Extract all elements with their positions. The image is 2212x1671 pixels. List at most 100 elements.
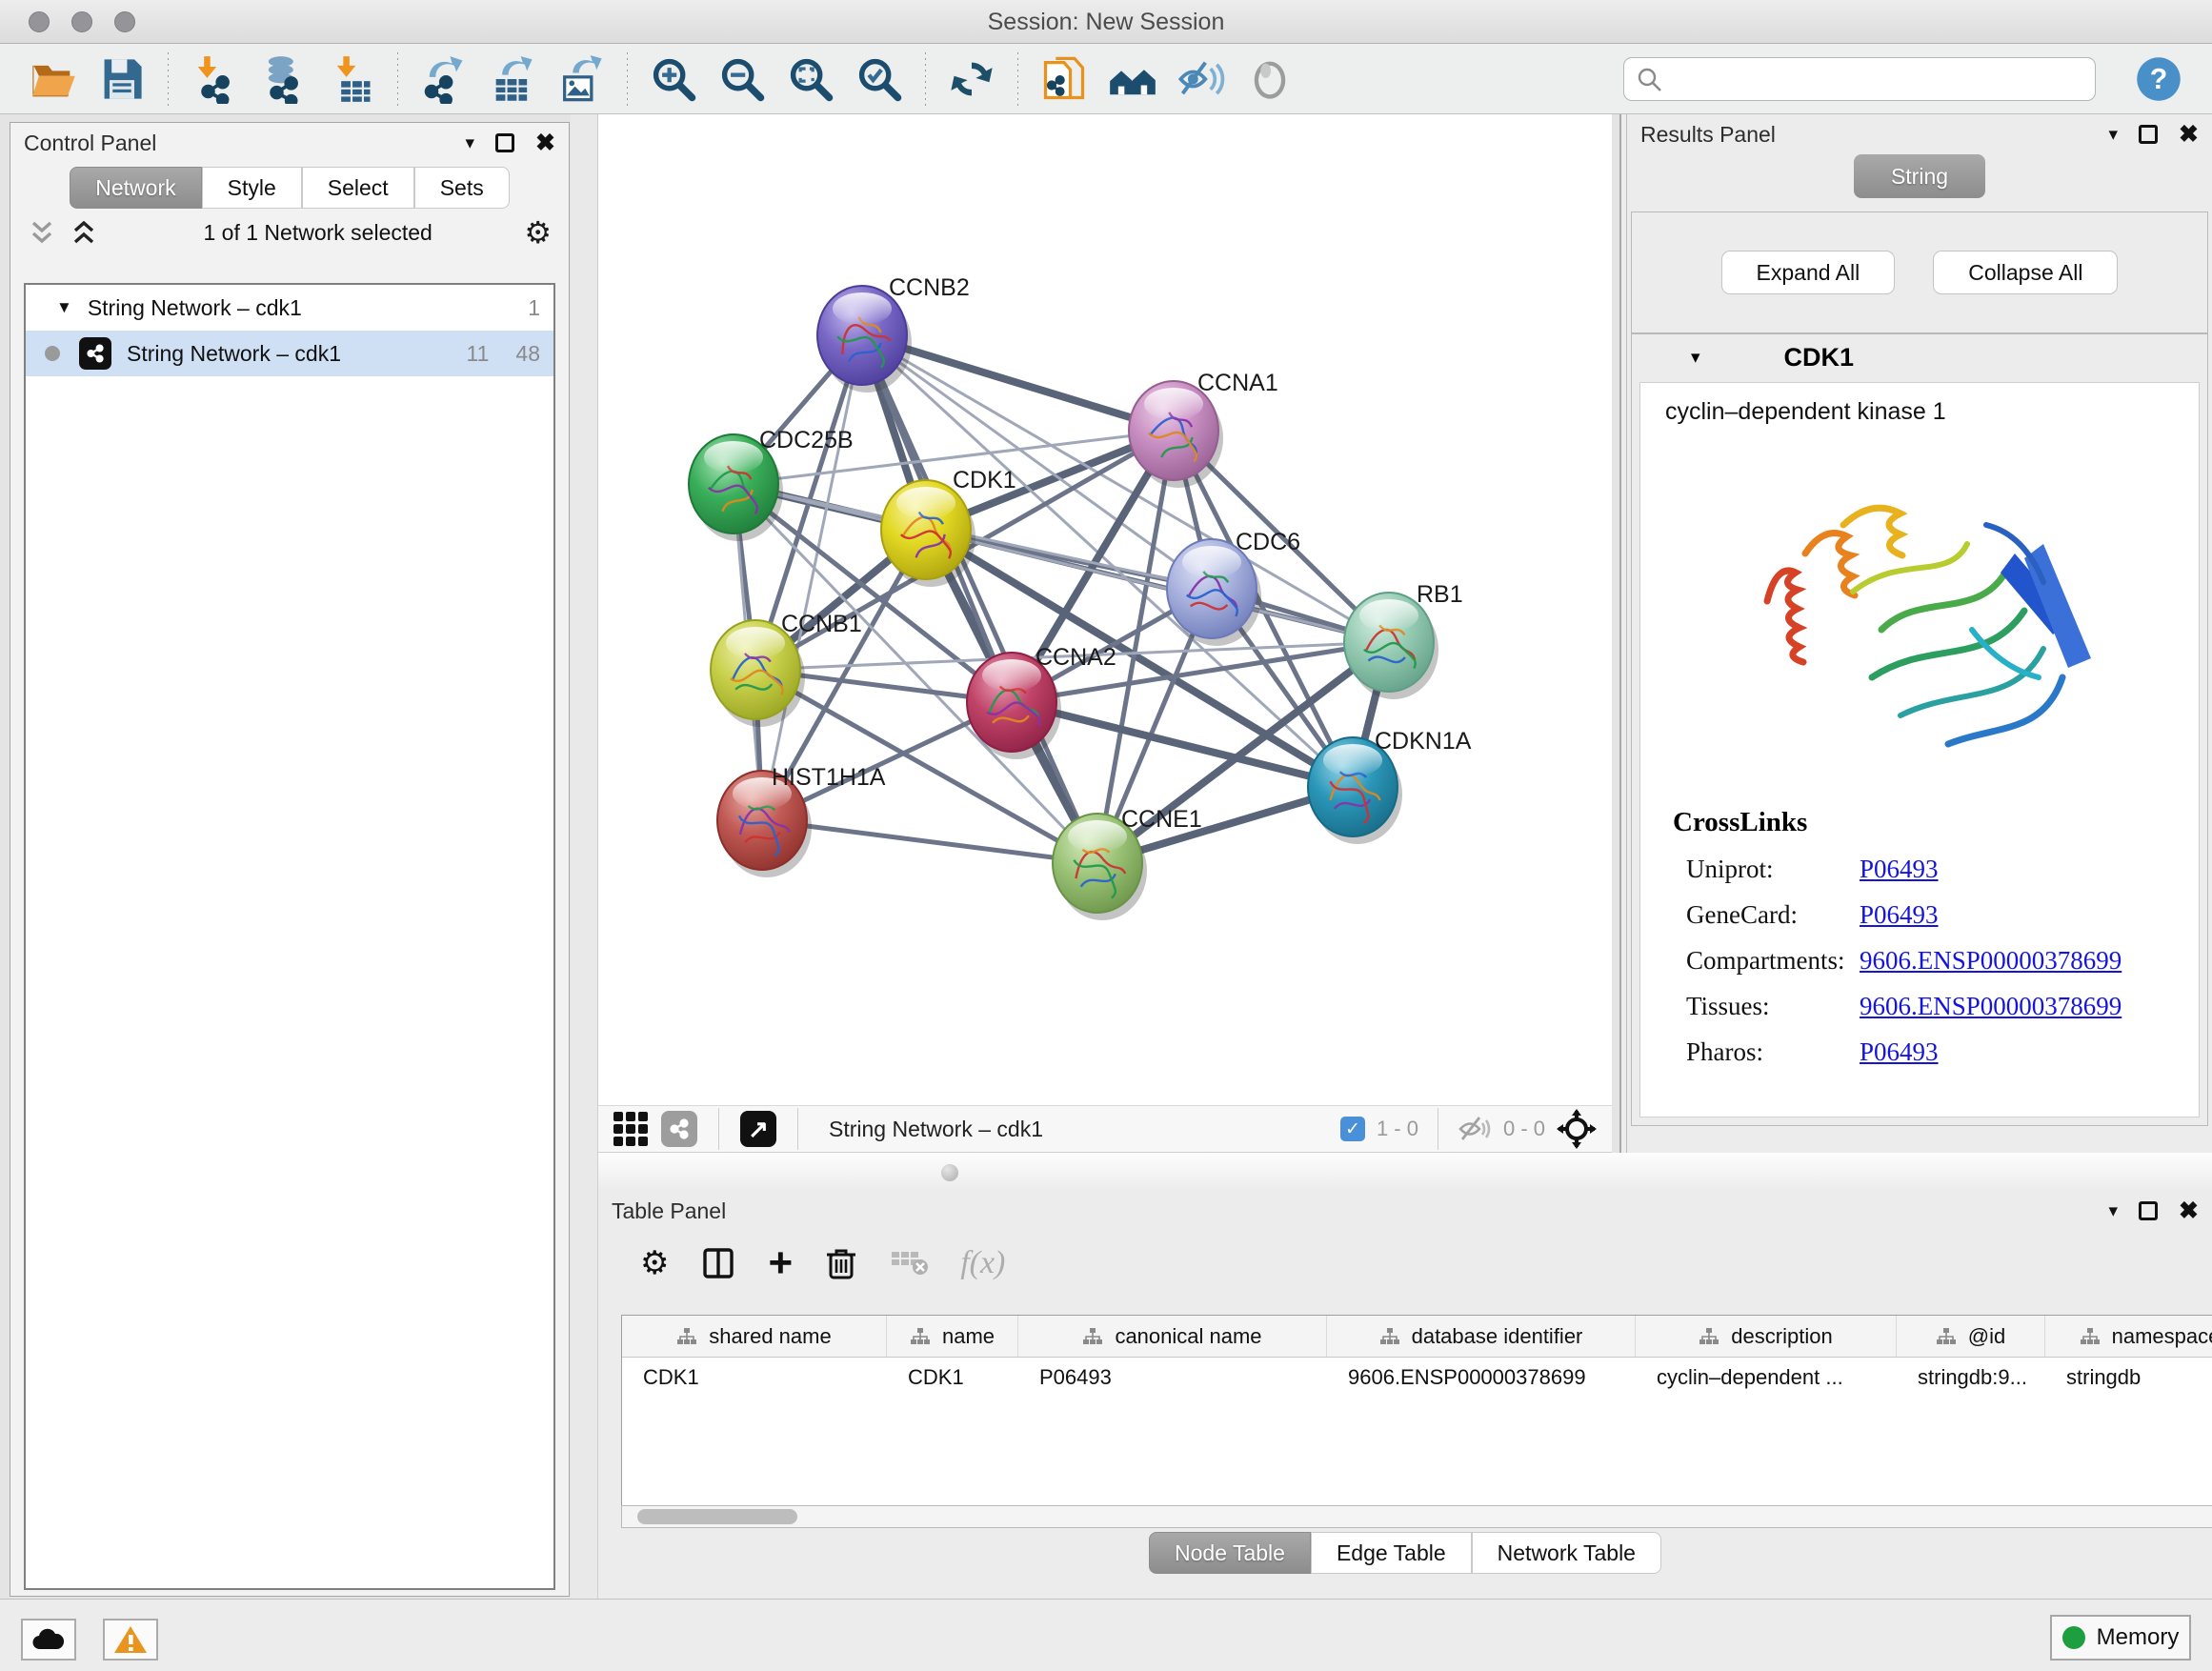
vertical-splitter-left[interactable] — [571, 114, 598, 1599]
panel-menu-icon[interactable]: ▾ — [2109, 124, 2119, 146]
selected-nodes-checkbox[interactable]: ✓ — [1340, 1117, 1365, 1141]
node-CCNA1[interactable] — [1129, 381, 1223, 488]
expand-all-chevron-icon[interactable] — [70, 217, 98, 248]
table-cell[interactable]: CDK1 — [887, 1358, 1018, 1398]
help-button[interactable]: ? — [2124, 50, 2193, 108]
table-horizontal-scrollbar[interactable] — [621, 1505, 2212, 1528]
save-session-button[interactable] — [88, 50, 156, 108]
scrollbar-thumb[interactable] — [637, 1509, 797, 1524]
toolbar-separator — [797, 1108, 798, 1150]
column-header-name[interactable]: name — [887, 1316, 1018, 1357]
table-cell[interactable]: CDK1 — [622, 1358, 887, 1398]
export-network-button[interactable] — [410, 50, 478, 108]
close-panel-icon[interactable]: ✖ — [2179, 1197, 2199, 1225]
column-header-canonicalname[interactable]: canonical name — [1018, 1316, 1327, 1357]
crosslink-link[interactable]: 9606.ENSP00000378699 — [1860, 992, 2122, 1021]
node-table[interactable]: shared namenamecanonical namedatabase id… — [621, 1315, 2212, 1528]
network-options-gear-icon[interactable]: ⚙ — [524, 217, 552, 248]
node-label-CCNA1: CCNA1 — [1197, 370, 1278, 396]
grid-view-icon[interactable] — [613, 1112, 648, 1146]
float-panel-icon[interactable] — [2139, 1201, 2158, 1220]
node-CDK1[interactable] — [881, 480, 975, 587]
search-input[interactable] — [1623, 57, 2096, 101]
network-view-canvas[interactable]: CCNB2CCNA1CDC25BCDK1CDC6RB1CCNB1CCNA2CDK… — [598, 114, 1612, 1105]
tab-network-table[interactable]: Network Table — [1472, 1532, 1661, 1574]
table-settings-gear-icon[interactable]: ⚙ — [640, 1247, 669, 1279]
panel-menu-icon[interactable]: ▾ — [466, 132, 475, 154]
float-panel-icon[interactable] — [2139, 125, 2158, 144]
crosslink-link[interactable]: P06493 — [1860, 900, 1939, 930]
birdseye-view-icon[interactable] — [1557, 1109, 1597, 1149]
delete-column-trash-icon[interactable] — [825, 1245, 857, 1281]
close-panel-icon[interactable]: ✖ — [535, 129, 555, 157]
node-label-CCNB2: CCNB2 — [889, 274, 970, 301]
network-collection-row[interactable]: ▼String Network – cdk11 — [26, 285, 553, 331]
tab-string[interactable]: String — [1854, 154, 1985, 198]
expand-all-button[interactable]: Expand All — [1721, 251, 1896, 294]
cloud-status-button[interactable] — [21, 1619, 76, 1661]
import-table-button[interactable] — [317, 50, 386, 108]
collapse-all-button[interactable]: Collapse All — [1933, 251, 2118, 294]
column-header-description[interactable]: description — [1636, 1316, 1897, 1357]
table-panel-title: Table Panel — [612, 1198, 726, 1224]
tab-node-table[interactable]: Node Table — [1149, 1532, 1311, 1574]
tab-style[interactable]: Style — [202, 167, 302, 209]
table-cell[interactable]: P06493 — [1018, 1358, 1327, 1398]
show-graphics-details-button[interactable] — [1236, 50, 1304, 108]
table-cell[interactable]: stringdb — [2045, 1358, 2212, 1398]
crosslink-link[interactable]: 9606.ENSP00000378699 — [1860, 946, 2122, 976]
tab-network[interactable]: Network — [70, 167, 201, 209]
network-row[interactable]: String Network – cdk11148 — [26, 331, 553, 376]
show-columns-icon[interactable] — [701, 1246, 735, 1280]
collapse-all-chevron-icon[interactable] — [28, 217, 56, 248]
vertical-splitter-right[interactable] — [1619, 114, 1627, 1153]
column-header-id[interactable]: @id — [1897, 1316, 2045, 1357]
open-in-window-icon[interactable]: ↗ — [740, 1111, 776, 1147]
zoom-fit-button[interactable] — [776, 50, 845, 108]
node-CCNB2[interactable] — [817, 286, 912, 393]
tab-select[interactable]: Select — [302, 167, 414, 209]
open-session-button[interactable] — [19, 50, 88, 108]
network-selector-row: 1 of 1 Network selected ⚙ — [10, 209, 569, 256]
export-table-button[interactable] — [478, 50, 547, 108]
warnings-button[interactable] — [103, 1619, 158, 1661]
string-document-button[interactable] — [1030, 50, 1098, 108]
network-graph[interactable]: CCNB2CCNA1CDC25BCDK1CDC6RB1CCNB1CCNA2CDK… — [598, 114, 1612, 1105]
selected-count: 1 - 0 — [1377, 1117, 1418, 1141]
column-header-namespace[interactable]: namespace — [2045, 1316, 2212, 1357]
tab-sets[interactable]: Sets — [414, 167, 510, 209]
table-row[interactable]: CDK1CDK1P064939606.ENSP00000378699cyclin… — [622, 1358, 2212, 1398]
collapse-icon[interactable]: ▼ — [56, 298, 72, 317]
protein-header[interactable]: ▾ CDK1 — [1632, 334, 2207, 380]
crosslink-link[interactable]: P06493 — [1860, 855, 1939, 884]
save-icon — [97, 54, 147, 104]
horizontal-splitter[interactable] — [598, 1153, 2212, 1191]
share-network-icon[interactable] — [661, 1111, 697, 1147]
column-header-databaseidentifier[interactable]: database identifier — [1327, 1316, 1636, 1357]
add-column-icon[interactable]: + — [768, 1246, 793, 1279]
import-network-from-database-button[interactable] — [249, 50, 317, 108]
table-cell[interactable]: 9606.ENSP00000378699 — [1327, 1358, 1636, 1398]
zoom-out-button[interactable] — [708, 50, 776, 108]
import-network-button[interactable] — [180, 50, 249, 108]
float-panel-icon[interactable] — [495, 133, 514, 152]
home-button[interactable] — [1098, 50, 1167, 108]
zoom-selected-button[interactable] — [845, 50, 914, 108]
crosslink-row: Tissues:9606.ENSP00000378699 — [1673, 992, 2199, 1021]
collapse-protein-icon[interactable]: ▾ — [1691, 347, 1700, 369]
memory-button[interactable]: Memory — [2050, 1615, 2191, 1661]
export-image-button[interactable] — [547, 50, 615, 108]
tab-edge-table[interactable]: Edge Table — [1311, 1532, 1472, 1574]
string-network-icon — [79, 337, 111, 370]
splitter-handle[interactable] — [941, 1164, 958, 1181]
column-header-sharedname[interactable]: shared name — [622, 1316, 887, 1357]
close-panel-icon[interactable]: ✖ — [2179, 120, 2199, 149]
panel-menu-icon[interactable]: ▾ — [2109, 1200, 2119, 1222]
crosslink-link[interactable]: P06493 — [1860, 1037, 1939, 1067]
table-cell[interactable]: cyclin–dependent ... — [1636, 1358, 1897, 1398]
table-cell[interactable]: stringdb:9... — [1897, 1358, 2045, 1398]
zoom-in-button[interactable] — [639, 50, 708, 108]
hide-unhide-button[interactable] — [1167, 50, 1236, 108]
refresh-button[interactable] — [937, 50, 1006, 108]
node-RB1[interactable] — [1344, 593, 1438, 699]
